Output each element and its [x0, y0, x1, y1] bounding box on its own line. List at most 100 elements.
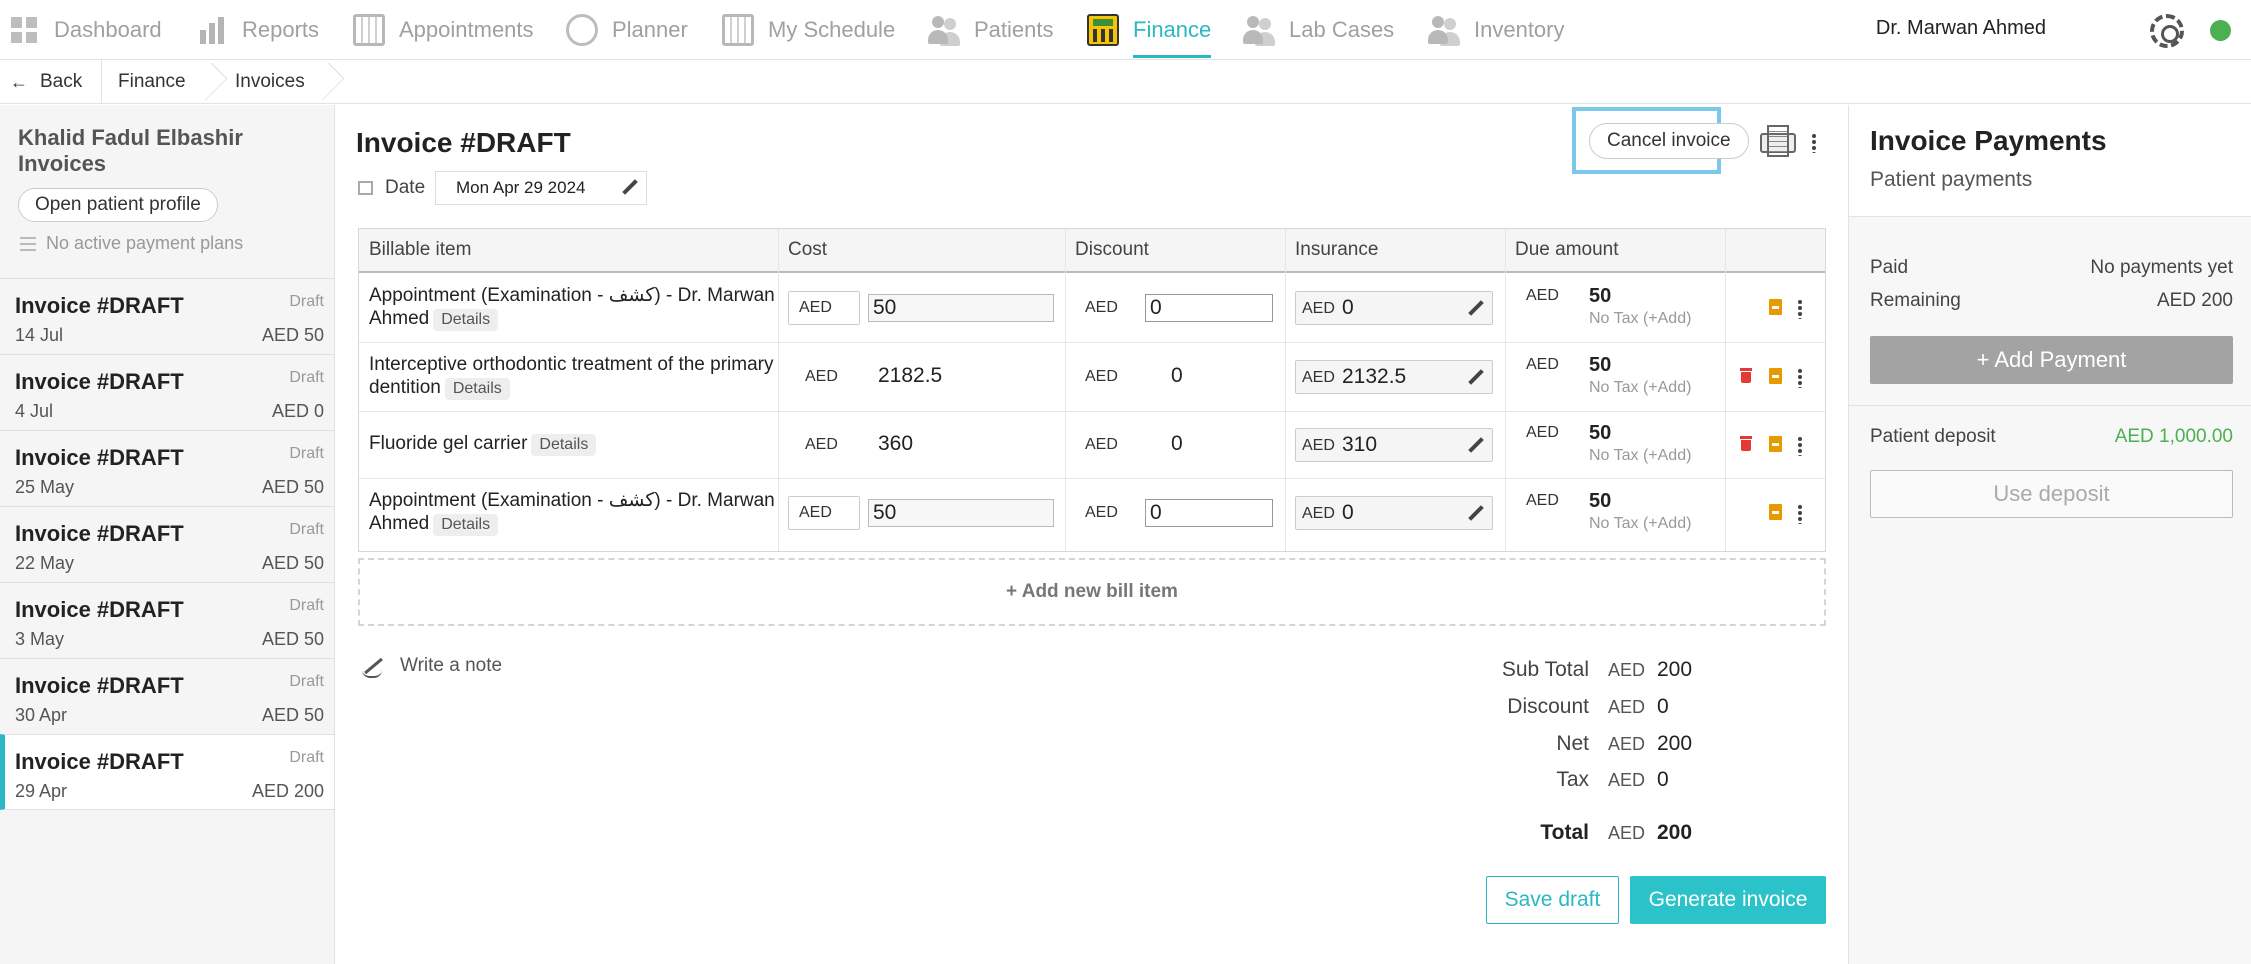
breadcrumb: ← Back Finance Invoices: [0, 60, 2251, 104]
cancel-invoice-button[interactable]: Cancel invoice: [1589, 123, 1749, 159]
insurance-field[interactable]: AED 0: [1295, 496, 1493, 530]
discount-input[interactable]: 0: [1145, 499, 1273, 527]
invoice-list-item-selected[interactable]: Invoice #DRAFT Draft 29 Apr AED 200: [0, 734, 334, 810]
invoice-status: Draft: [289, 749, 324, 766]
printer-icon[interactable]: [1760, 125, 1796, 157]
add-tax-link[interactable]: No Tax (+Add): [1589, 515, 1691, 533]
cost-currency-select[interactable]: AED: [788, 291, 860, 325]
add-bill-item-button[interactable]: + Add new bill item: [358, 558, 1826, 626]
details-button[interactable]: Details: [444, 378, 510, 400]
invoice-title: Invoice #DRAFT: [15, 597, 184, 622]
add-payment-button[interactable]: + Add Payment: [1870, 336, 2233, 384]
invoice-list-item[interactable]: Invoice #DRAFT Draft 30 Apr AED 50: [0, 658, 334, 734]
invoice-list-item[interactable]: Invoice #DRAFT Draft 14 Jul AED 50: [0, 278, 334, 354]
breadcrumb-separator: [322, 60, 336, 104]
use-deposit-button[interactable]: Use deposit: [1870, 470, 2233, 518]
discount-input[interactable]: 0: [1145, 294, 1273, 322]
more-options-icon[interactable]: [1811, 133, 1817, 153]
invoice-amount: AED 50: [261, 325, 324, 345]
column-header: Billable item: [369, 239, 472, 260]
pencil-icon[interactable]: [1468, 438, 1484, 454]
cost-currency-select[interactable]: AED: [788, 496, 860, 530]
due-amount: 50: [1589, 354, 1612, 376]
nav-dashboard[interactable]: Dashboard: [8, 0, 162, 60]
nav-planner[interactable]: Planner: [566, 0, 688, 60]
user-name[interactable]: Dr. Marwan Ahmed: [1876, 17, 2046, 40]
column-header: Due amount: [1515, 239, 1619, 260]
document-icon[interactable]: [1769, 436, 1782, 452]
pencil-icon[interactable]: [1468, 506, 1484, 522]
currency-label: AED: [805, 436, 838, 453]
details-button[interactable]: Details: [531, 434, 597, 456]
save-draft-button[interactable]: Save draft: [1486, 876, 1619, 924]
insurance-field[interactable]: AED 310: [1295, 428, 1493, 462]
discount-total-value: 0: [1657, 695, 1669, 718]
nav-my-schedule[interactable]: My Schedule: [722, 0, 895, 60]
invoice-date-field[interactable]: Mon Apr 29 2024: [435, 171, 647, 205]
invoice-list-item[interactable]: Invoice #DRAFT Draft 4 Jul AED 0: [0, 354, 334, 430]
reports-icon: [196, 14, 228, 46]
nav-lab-cases[interactable]: Lab Cases: [1243, 0, 1394, 60]
cost-input[interactable]: 50: [868, 294, 1054, 322]
date-label-text: Date: [385, 177, 426, 198]
sidebar-header: Khalid Fadul Elbashir Invoices Open pati…: [0, 105, 334, 278]
pencil-icon[interactable]: [1468, 370, 1484, 386]
pen-icon: [362, 656, 386, 678]
invoice-list-item[interactable]: Invoice #DRAFT Draft 25 May AED 50: [0, 430, 334, 506]
insurance-field[interactable]: AED 0: [1295, 291, 1493, 325]
currency-label: AED: [1302, 300, 1335, 317]
billable-item: Appointment (Examination - كشف) - Dr. Ma…: [369, 284, 779, 331]
document-icon[interactable]: [1769, 299, 1782, 315]
invoice-sidebar: Khalid Fadul Elbashir Invoices Open pati…: [0, 105, 335, 964]
patient-deposit-value: AED 1,000.00: [2114, 426, 2233, 447]
gear-icon[interactable]: [2150, 14, 2184, 48]
insurance-value: 0: [1342, 296, 1354, 319]
cost-input[interactable]: 50: [868, 499, 1054, 527]
invoice-status: Draft: [289, 293, 324, 310]
row-options-icon[interactable]: [1797, 504, 1803, 524]
invoice-editor: Invoice #DRAFT Date Mon Apr 29 2024 Canc…: [336, 105, 1848, 964]
breadcrumb-finance[interactable]: Finance: [118, 60, 186, 104]
nav-patients[interactable]: Patients: [928, 0, 1054, 60]
item-name: Fluoride gel carrier: [369, 433, 528, 454]
nav-label: Appointments: [399, 17, 534, 42]
currency-label: AED: [1302, 369, 1335, 386]
invoice-title: Invoice #DRAFT: [15, 521, 184, 546]
open-patient-profile-button[interactable]: Open patient profile: [18, 188, 218, 222]
insurance-value: 0: [1342, 501, 1354, 524]
inventory-icon: [1428, 14, 1460, 46]
breadcrumb-invoices[interactable]: Invoices: [235, 60, 305, 104]
generate-invoice-button[interactable]: Generate invoice: [1630, 876, 1826, 924]
row-options-icon[interactable]: [1797, 299, 1803, 319]
invoice-payments-panel: Invoice Payments Patient payments Paid N…: [1848, 105, 2251, 964]
nav-inventory[interactable]: Inventory: [1428, 0, 1565, 60]
billable-item: Interceptive orthodontic treatment of th…: [369, 353, 779, 400]
invoice-status: Draft: [289, 521, 324, 538]
document-icon[interactable]: [1769, 368, 1782, 384]
trash-icon[interactable]: [1740, 368, 1752, 383]
invoice-list-item[interactable]: Invoice #DRAFT Draft 22 May AED 50: [0, 506, 334, 582]
add-tax-link[interactable]: No Tax (+Add): [1589, 379, 1691, 397]
trash-icon[interactable]: [1740, 436, 1752, 451]
add-tax-link[interactable]: No Tax (+Add): [1589, 310, 1691, 328]
back-button[interactable]: ← Back: [10, 60, 82, 104]
currency-label: AED: [1608, 770, 1646, 790]
pencil-icon[interactable]: [1468, 301, 1484, 317]
write-note-button[interactable]: Write a note: [362, 655, 502, 678]
details-button[interactable]: Details: [433, 514, 499, 536]
nav-finance[interactable]: Finance: [1087, 0, 1212, 60]
subtotal-label: Sub Total: [1501, 658, 1589, 681]
currency-label: AED: [1608, 823, 1646, 843]
nav-appointments[interactable]: Appointments: [353, 0, 534, 60]
remaining-value: AED 200: [2156, 290, 2233, 311]
add-tax-link[interactable]: No Tax (+Add): [1589, 447, 1691, 465]
insurance-field[interactable]: AED 2132.5: [1295, 360, 1493, 394]
details-button[interactable]: Details: [433, 309, 499, 331]
pencil-icon[interactable]: [622, 180, 638, 196]
document-icon[interactable]: [1769, 504, 1782, 520]
nav-reports[interactable]: Reports: [196, 0, 319, 60]
invoice-list-item[interactable]: Invoice #DRAFT Draft 3 May AED 50: [0, 582, 334, 658]
row-options-icon[interactable]: [1797, 436, 1803, 456]
row-options-icon[interactable]: [1797, 368, 1803, 388]
date-label: Date: [358, 171, 425, 205]
